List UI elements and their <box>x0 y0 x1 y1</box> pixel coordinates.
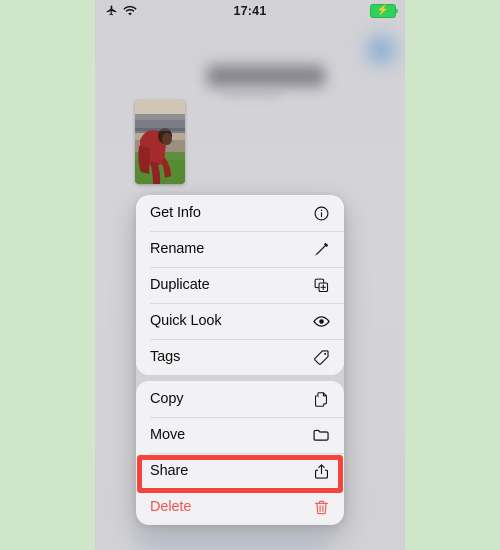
status-bar-right-icons: ⚡ <box>370 4 398 18</box>
context-menu-group-1: Get Info Rename Duplicate Quick Look Tag… <box>136 195 344 375</box>
blurred-blue-button[interactable] <box>367 36 395 64</box>
context-menu-group-2: Copy Move Share Delete <box>136 381 344 525</box>
charging-bolt-icon: ⚡ <box>376 5 390 16</box>
photo-thumbnail[interactable] <box>135 100 185 184</box>
blurred-page-title <box>207 65 325 87</box>
menu-item-label: Rename <box>150 241 205 257</box>
menu-item-label: Get Info <box>150 205 201 221</box>
menu-item-label: Move <box>150 427 186 443</box>
menu-item-share[interactable]: Share <box>136 453 344 489</box>
menu-item-tags[interactable]: Tags <box>136 339 344 375</box>
menu-item-label: Quick Look <box>150 313 222 329</box>
menu-item-copy[interactable]: Copy <box>136 381 344 417</box>
info-circle-icon <box>311 203 331 223</box>
menu-item-get-info[interactable]: Get Info <box>136 195 344 231</box>
status-bar-clock: 17:41 <box>233 4 267 18</box>
menu-item-delete[interactable]: Delete <box>136 489 344 525</box>
menu-item-label: Share <box>150 463 189 479</box>
copy-icon <box>311 389 331 409</box>
trash-icon <box>311 497 331 517</box>
menu-item-move[interactable]: Move <box>136 417 344 453</box>
menu-item-label: Duplicate <box>150 277 210 293</box>
menu-item-quick-look[interactable]: Quick Look <box>136 303 344 339</box>
context-menu: Get Info Rename Duplicate Quick Look Tag… <box>136 195 344 525</box>
status-bar: 17:41 ⚡ <box>95 0 405 26</box>
menu-item-duplicate[interactable]: Duplicate <box>136 267 344 303</box>
phone-screen: 17:41 ⚡ Get Info Rename Duplicate Quick … <box>95 0 405 550</box>
pencil-icon <box>311 239 331 259</box>
menu-item-label: Tags <box>150 349 181 365</box>
duplicate-icon <box>311 275 331 295</box>
blurred-subtitle <box>221 89 281 97</box>
menu-item-label: Delete <box>150 499 192 515</box>
battery-charging-icon: ⚡ <box>370 4 398 18</box>
menu-item-label: Copy <box>150 391 184 407</box>
blurred-bottom-smudge <box>137 534 327 550</box>
tag-icon <box>311 347 331 367</box>
share-icon <box>311 461 331 481</box>
menu-item-rename[interactable]: Rename <box>136 231 344 267</box>
eye-icon <box>311 311 331 331</box>
folder-icon <box>311 425 331 445</box>
